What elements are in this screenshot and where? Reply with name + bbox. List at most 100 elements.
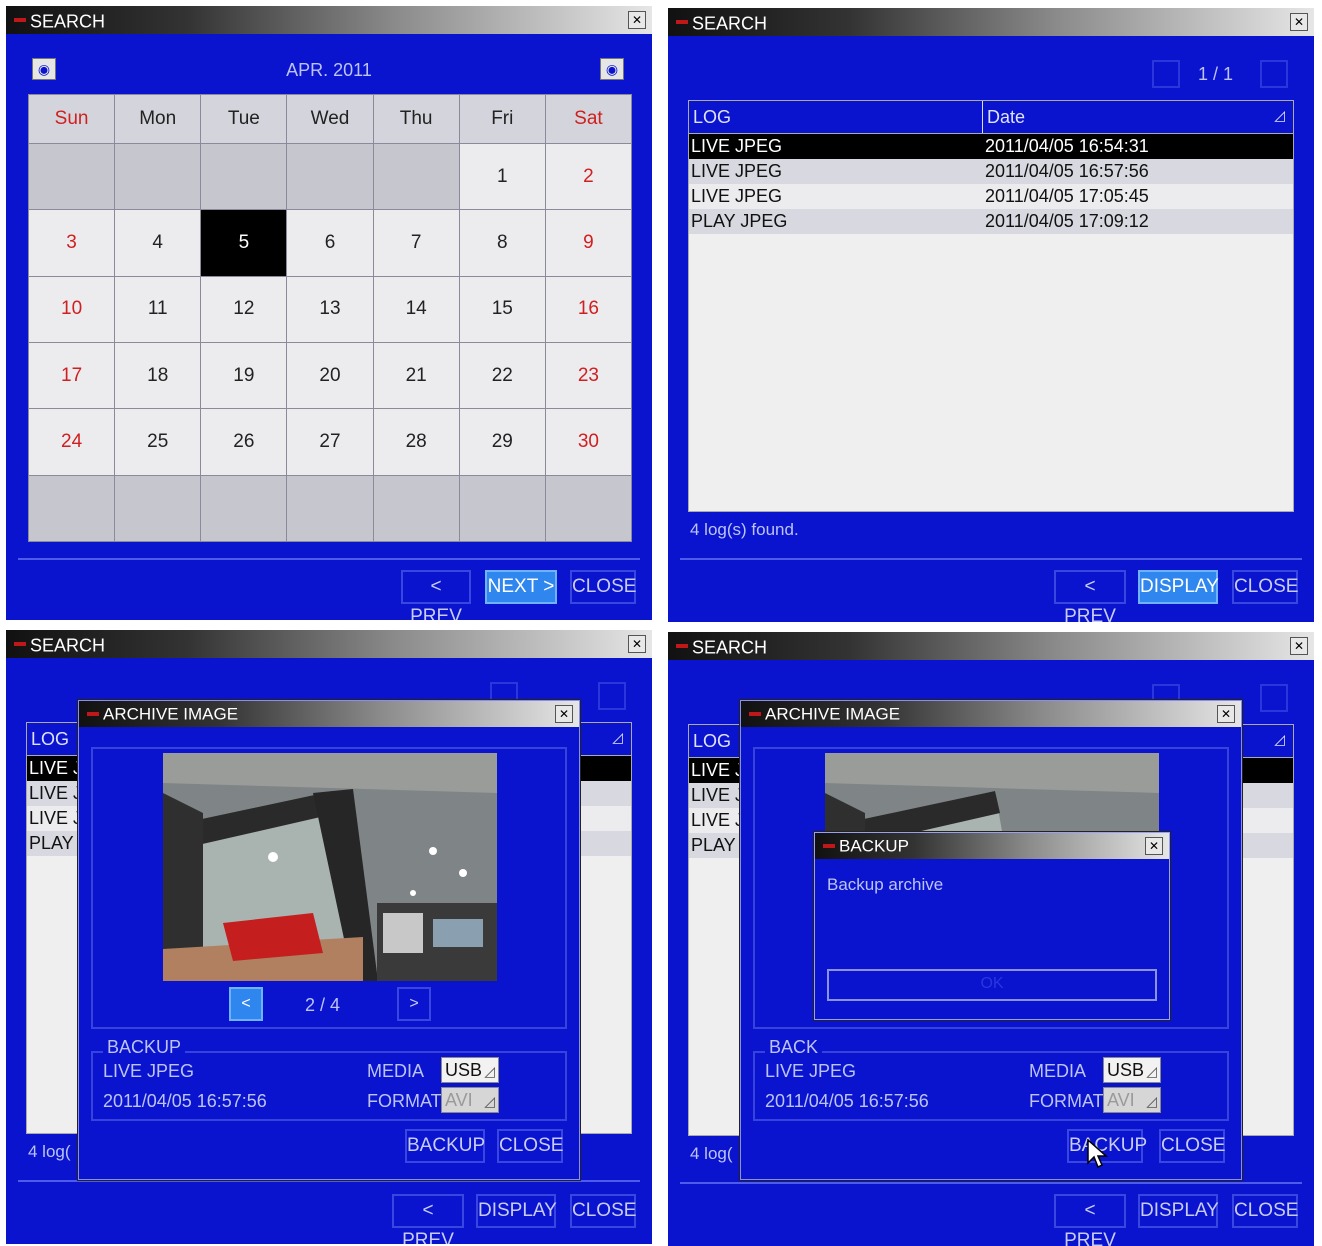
- table-row[interactable]: LIVE JPEG 2011/04/05 16:54:31: [689, 134, 1293, 159]
- dropdown-arrow-icon: ◿: [1146, 1093, 1157, 1109]
- calendar-day[interactable]: 12: [201, 276, 287, 342]
- backup-group-label: BACKUP: [103, 1037, 186, 1058]
- display-button[interactable]: DISPLAY: [1138, 570, 1219, 604]
- prev-button[interactable]: < PREV: [1054, 1194, 1126, 1246]
- calendar-day[interactable]: 6: [287, 210, 373, 276]
- close-button[interactable]: CLOSE: [1232, 570, 1298, 604]
- calendar-day[interactable]: 10: [29, 276, 115, 342]
- page-next-button[interactable]: [1260, 60, 1288, 88]
- close-button[interactable]: CLOSE: [1159, 1129, 1225, 1163]
- calendar-day[interactable]: 4: [115, 210, 201, 276]
- ok-button[interactable]: OK: [829, 975, 1155, 993]
- next-button[interactable]: NEXT >: [485, 570, 557, 604]
- calendar-day[interactable]: 30: [545, 409, 631, 475]
- divider: [18, 1180, 640, 1182]
- close-icon[interactable]: ✕: [555, 705, 573, 723]
- calendar-empty-cell: [29, 144, 115, 210]
- media-value: USB: [445, 1060, 483, 1080]
- backup-button[interactable]: BACKUP: [405, 1129, 485, 1163]
- close-icon[interactable]: ✕: [1290, 13, 1308, 31]
- title-bar: SEARCH ✕: [668, 8, 1314, 36]
- calendar-day[interactable]: 22: [459, 343, 545, 409]
- media-select[interactable]: USB ◿: [441, 1057, 499, 1083]
- sort-icon[interactable]: ◿: [612, 729, 623, 746]
- backup-message: Backup archive: [827, 875, 944, 894]
- media-select[interactable]: USB ◿: [1103, 1057, 1161, 1083]
- calendar-day[interactable]: 29: [459, 409, 545, 475]
- calendar-day[interactable]: 7: [373, 210, 459, 276]
- close-icon[interactable]: ✕: [1290, 637, 1308, 655]
- prev-button[interactable]: < PREV: [392, 1194, 464, 1244]
- image-next-button[interactable]: >: [397, 987, 431, 1021]
- close-button[interactable]: CLOSE: [570, 570, 636, 604]
- logo-mark: [14, 18, 26, 23]
- calendar-day[interactable]: 27: [287, 409, 373, 475]
- close-icon[interactable]: ✕: [1145, 837, 1163, 855]
- table-row[interactable]: LIVE JPEG 2011/04/05 16:57:56: [689, 159, 1293, 184]
- date-cell: 2011/04/05 17:05:45: [985, 186, 1149, 206]
- column-header-log[interactable]: LOG: [689, 101, 983, 133]
- calendar-day[interactable]: 15: [459, 276, 545, 342]
- divider: [680, 558, 1302, 560]
- page-prev-button[interactable]: [1152, 60, 1180, 88]
- calendar-next-icon[interactable]: ◉: [600, 58, 624, 80]
- image-prev-button[interactable]: <: [229, 987, 263, 1021]
- calendar-day[interactable]: 24: [29, 409, 115, 475]
- calendar-day[interactable]: 18: [115, 343, 201, 409]
- log-table-header: LOG Date ◿: [689, 101, 1293, 134]
- display-button[interactable]: DISPLAY: [476, 1194, 557, 1228]
- page-next-button[interactable]: [598, 682, 626, 710]
- calendar-day[interactable]: 11: [115, 276, 201, 342]
- calendar-day[interactable]: 17: [29, 343, 115, 409]
- calendar-day[interactable]: 14: [373, 276, 459, 342]
- close-button[interactable]: CLOSE: [1232, 1194, 1298, 1228]
- weekday-header: Tue: [201, 95, 287, 143]
- calendar-day[interactable]: 20: [287, 343, 373, 409]
- column-header-date[interactable]: Date: [983, 101, 1293, 133]
- logo-mark: [676, 644, 688, 649]
- backup-group-label: BACK: [765, 1037, 823, 1058]
- dialog-title-bar: ARCHIVE IMAGE ✕: [79, 701, 579, 727]
- table-row[interactable]: PLAY JPEG 2011/04/05 17:09:12: [689, 209, 1293, 234]
- calendar-day[interactable]: 2: [545, 144, 631, 210]
- title-bar: SEARCH ✕: [6, 630, 652, 658]
- logo-mark: [87, 711, 99, 716]
- calendar-day[interactable]: 19: [201, 343, 287, 409]
- calendar-day[interactable]: 8: [459, 210, 545, 276]
- prev-button[interactable]: < PREV: [401, 570, 471, 620]
- calendar-day[interactable]: 9: [545, 210, 631, 276]
- close-icon[interactable]: ✕: [628, 635, 646, 653]
- log-cell: LIVE J: [691, 785, 745, 805]
- calendar-day[interactable]: 26: [201, 409, 287, 475]
- dialog-title-bar: ARCHIVE IMAGE ✕: [741, 701, 1241, 727]
- calendar-day[interactable]: 1: [459, 144, 545, 210]
- display-button[interactable]: DISPLAY: [1138, 1194, 1219, 1228]
- calendar-day[interactable]: 21: [373, 343, 459, 409]
- dropdown-arrow-icon: ◿: [484, 1063, 495, 1079]
- close-button[interactable]: CLOSE: [570, 1194, 636, 1228]
- log-cell: LIVE J: [29, 783, 83, 803]
- log-cell: LIVE JPEG: [691, 186, 783, 206]
- table-row[interactable]: LIVE JPEG 2011/04/05 17:05:45: [689, 184, 1293, 209]
- calendar-day[interactable]: 13: [287, 276, 373, 342]
- close-button[interactable]: CLOSE: [497, 1129, 563, 1163]
- calendar-day[interactable]: 23: [545, 343, 631, 409]
- sort-icon[interactable]: ◿: [1274, 731, 1285, 748]
- dropdown-arrow-icon: ◿: [1146, 1063, 1157, 1079]
- close-icon[interactable]: ✕: [628, 11, 646, 29]
- calendar-day[interactable]: 5: [201, 210, 287, 276]
- prev-button[interactable]: < PREV: [1054, 570, 1126, 622]
- calendar-day[interactable]: 3: [29, 210, 115, 276]
- window-title: SEARCH: [692, 637, 768, 658]
- calendar-month-title: APR. 2011: [286, 60, 372, 80]
- sort-icon[interactable]: ◿: [1274, 107, 1285, 124]
- dialog-title: ARCHIVE IMAGE: [103, 704, 239, 724]
- divider: [18, 558, 640, 560]
- page-next-button[interactable]: [1260, 684, 1288, 712]
- calendar-day[interactable]: 28: [373, 409, 459, 475]
- close-icon[interactable]: ✕: [1217, 705, 1235, 723]
- calendar-day[interactable]: 16: [545, 276, 631, 342]
- date-cell: 2011/04/05 16:57:56: [985, 161, 1149, 181]
- search-log-panel: SEARCH ✕ 1 / 1 LOG Date ◿ LIVE JPEG 2011…: [668, 8, 1314, 622]
- calendar-day[interactable]: 25: [115, 409, 201, 475]
